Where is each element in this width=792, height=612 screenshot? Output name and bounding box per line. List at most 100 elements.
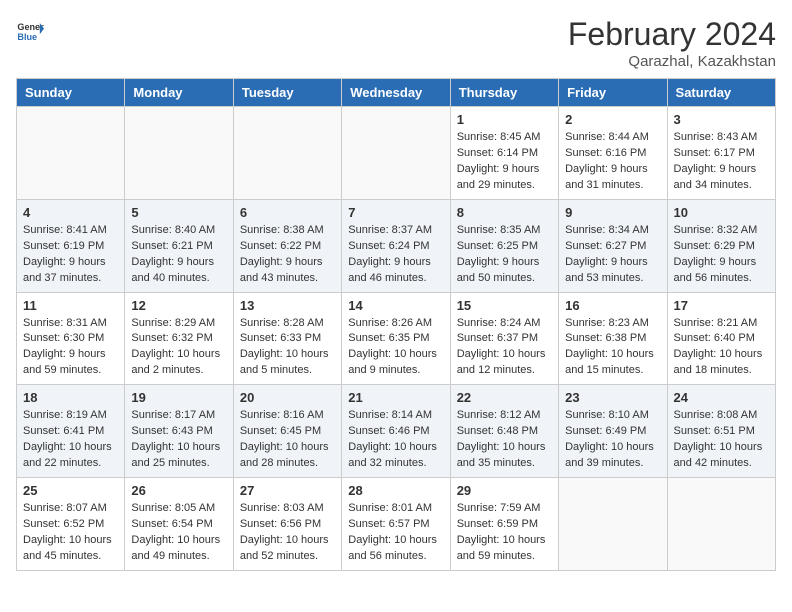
day-info: Sunrise: 8:38 AM Sunset: 6:22 PM Dayligh… (240, 223, 335, 287)
day-info: Sunrise: 8:16 AM Sunset: 6:45 PM Dayligh… (240, 408, 335, 472)
svg-text:Blue: Blue (17, 32, 37, 42)
day-info: Sunrise: 8:37 AM Sunset: 6:24 PM Dayligh… (348, 223, 443, 287)
calendar-day-cell: 4 Sunrise: 8:41 AM Sunset: 6:19 PM Daylig… (17, 199, 125, 292)
calendar-table: SundayMondayTuesdayWednesdayThursdayFrid… (16, 78, 776, 571)
day-number: 12 (131, 298, 226, 313)
calendar-day-cell (17, 107, 125, 200)
calendar-day-cell: 15Sunrise: 8:24 AM Sunset: 6:37 PM Dayli… (450, 292, 558, 385)
day-info: Sunrise: 8:43 AM Sunset: 6:17 PM Dayligh… (674, 130, 769, 194)
day-info: Sunrise: 8:21 AM Sunset: 6:40 PM Dayligh… (674, 316, 769, 380)
day-number: 13 (240, 298, 335, 313)
logo-icon: General Blue (16, 16, 44, 44)
calendar-day-cell: 21 Sunrise: 8:14 AM Sunset: 6:46 PM Dayli… (342, 385, 450, 478)
day-info: Sunrise: 8:23 AM Sunset: 6:38 PM Dayligh… (565, 316, 660, 380)
calendar-day-cell (667, 478, 775, 571)
day-info: Sunrise: 7:59 AM Sunset: 6:59 PM Dayligh… (457, 501, 552, 565)
calendar-day-cell: 20 Sunrise: 8:16 AM Sunset: 6:45 PM Dayli… (233, 385, 341, 478)
calendar-day-cell (342, 107, 450, 200)
weekday-header-monday: Monday (125, 79, 233, 107)
day-number: 2 (565, 112, 660, 127)
title-block: February 2024 Qarazhal, Kazakhstan (568, 16, 776, 70)
day-number: 28 (348, 483, 443, 498)
calendar-week-row: 25Sunrise: 8:07 AM Sunset: 6:52 PM Dayli… (17, 478, 776, 571)
weekday-header-sunday: Sunday (17, 79, 125, 107)
day-info: Sunrise: 8:45 AM Sunset: 6:14 PM Dayligh… (457, 130, 552, 194)
day-number: 1 (457, 112, 552, 127)
day-info: Sunrise: 8:19 AM Sunset: 6:41 PM Dayligh… (23, 408, 118, 472)
day-number: 14 (348, 298, 443, 313)
day-number: 17 (674, 298, 769, 313)
calendar-day-cell: 17 Sunrise: 8:21 AM Sunset: 6:40 PM Dayli… (667, 292, 775, 385)
calendar-day-cell: 24 Sunrise: 8:08 AM Sunset: 6:51 PM Dayli… (667, 385, 775, 478)
day-info: Sunrise: 8:03 AM Sunset: 6:56 PM Dayligh… (240, 501, 335, 565)
calendar-day-cell: 22 Sunrise: 8:12 AM Sunset: 6:48 PM Dayli… (450, 385, 558, 478)
day-info: Sunrise: 8:26 AM Sunset: 6:35 PM Dayligh… (348, 316, 443, 380)
calendar-day-cell: 14 Sunrise: 8:26 AM Sunset: 6:35 PM Dayli… (342, 292, 450, 385)
calendar-day-cell: 7 Sunrise: 8:37 AM Sunset: 6:24 PM Daylig… (342, 199, 450, 292)
day-number: 26 (131, 483, 226, 498)
day-info: Sunrise: 8:44 AM Sunset: 6:16 PM Dayligh… (565, 130, 660, 194)
calendar-day-cell: 29 Sunrise: 7:59 AM Sunset: 6:59 PM Dayli… (450, 478, 558, 571)
day-info: Sunrise: 8:35 AM Sunset: 6:25 PM Dayligh… (457, 223, 552, 287)
calendar-week-row: 4 Sunrise: 8:41 AM Sunset: 6:19 PM Daylig… (17, 199, 776, 292)
day-info: Sunrise: 8:07 AM Sunset: 6:52 PM Dayligh… (23, 501, 118, 565)
day-info: Sunrise: 8:41 AM Sunset: 6:19 PM Dayligh… (23, 223, 118, 287)
day-number: 6 (240, 205, 335, 220)
day-number: 18 (23, 390, 118, 405)
day-info: Sunrise: 8:01 AM Sunset: 6:57 PM Dayligh… (348, 501, 443, 565)
day-info: Sunrise: 8:08 AM Sunset: 6:51 PM Dayligh… (674, 408, 769, 472)
calendar-day-cell (125, 107, 233, 200)
day-info: Sunrise: 8:05 AM Sunset: 6:54 PM Dayligh… (131, 501, 226, 565)
day-info: Sunrise: 8:17 AM Sunset: 6:43 PM Dayligh… (131, 408, 226, 472)
day-number: 22 (457, 390, 552, 405)
calendar-day-cell: 6 Sunrise: 8:38 AM Sunset: 6:22 PM Daylig… (233, 199, 341, 292)
weekday-header-wednesday: Wednesday (342, 79, 450, 107)
weekday-header-row: SundayMondayTuesdayWednesdayThursdayFrid… (17, 79, 776, 107)
calendar-day-cell: 1 Sunrise: 8:45 AM Sunset: 6:14 PM Daylig… (450, 107, 558, 200)
day-number: 7 (348, 205, 443, 220)
calendar-day-cell: 3Sunrise: 8:43 AM Sunset: 6:17 PM Daylig… (667, 107, 775, 200)
day-info: Sunrise: 8:10 AM Sunset: 6:49 PM Dayligh… (565, 408, 660, 472)
logo: General Blue (16, 16, 44, 44)
day-info: Sunrise: 8:24 AM Sunset: 6:37 PM Dayligh… (457, 316, 552, 380)
day-info: Sunrise: 8:12 AM Sunset: 6:48 PM Dayligh… (457, 408, 552, 472)
calendar-day-cell: 11Sunrise: 8:31 AM Sunset: 6:30 PM Dayli… (17, 292, 125, 385)
day-info: Sunrise: 8:14 AM Sunset: 6:46 PM Dayligh… (348, 408, 443, 472)
day-number: 4 (23, 205, 118, 220)
calendar-day-cell: 19 Sunrise: 8:17 AM Sunset: 6:43 PM Dayli… (125, 385, 233, 478)
day-number: 20 (240, 390, 335, 405)
calendar-week-row: 18 Sunrise: 8:19 AM Sunset: 6:41 PM Dayli… (17, 385, 776, 478)
page-header: General Blue February 2024 Qarazhal, Kaz… (16, 16, 776, 70)
location-subtitle: Qarazhal, Kazakhstan (568, 53, 776, 70)
day-number: 29 (457, 483, 552, 498)
day-info: Sunrise: 8:40 AM Sunset: 6:21 PM Dayligh… (131, 223, 226, 287)
calendar-day-cell: 27 Sunrise: 8:03 AM Sunset: 6:56 PM Dayli… (233, 478, 341, 571)
day-info: Sunrise: 8:28 AM Sunset: 6:33 PM Dayligh… (240, 316, 335, 380)
day-number: 27 (240, 483, 335, 498)
month-year-title: February 2024 (568, 16, 776, 53)
calendar-day-cell: 23 Sunrise: 8:10 AM Sunset: 6:49 PM Dayli… (559, 385, 667, 478)
weekday-header-saturday: Saturday (667, 79, 775, 107)
calendar-day-cell: 18 Sunrise: 8:19 AM Sunset: 6:41 PM Dayli… (17, 385, 125, 478)
day-number: 23 (565, 390, 660, 405)
day-number: 10 (674, 205, 769, 220)
calendar-day-cell: 26 Sunrise: 8:05 AM Sunset: 6:54 PM Dayli… (125, 478, 233, 571)
day-info: Sunrise: 8:34 AM Sunset: 6:27 PM Dayligh… (565, 223, 660, 287)
day-number: 19 (131, 390, 226, 405)
calendar-day-cell: 9 Sunrise: 8:34 AM Sunset: 6:27 PM Daylig… (559, 199, 667, 292)
calendar-week-row: 11Sunrise: 8:31 AM Sunset: 6:30 PM Dayli… (17, 292, 776, 385)
weekday-header-thursday: Thursday (450, 79, 558, 107)
calendar-day-cell: 10Sunrise: 8:32 AM Sunset: 6:29 PM Dayli… (667, 199, 775, 292)
day-number: 24 (674, 390, 769, 405)
day-info: Sunrise: 8:31 AM Sunset: 6:30 PM Dayligh… (23, 316, 118, 380)
calendar-day-cell: 2 Sunrise: 8:44 AM Sunset: 6:16 PM Daylig… (559, 107, 667, 200)
calendar-day-cell: 8Sunrise: 8:35 AM Sunset: 6:25 PM Daylig… (450, 199, 558, 292)
calendar-day-cell: 28 Sunrise: 8:01 AM Sunset: 6:57 PM Dayli… (342, 478, 450, 571)
day-number: 9 (565, 205, 660, 220)
weekday-header-tuesday: Tuesday (233, 79, 341, 107)
day-number: 21 (348, 390, 443, 405)
calendar-day-cell (233, 107, 341, 200)
calendar-day-cell: 12 Sunrise: 8:29 AM Sunset: 6:32 PM Dayli… (125, 292, 233, 385)
day-number: 5 (131, 205, 226, 220)
day-info: Sunrise: 8:29 AM Sunset: 6:32 PM Dayligh… (131, 316, 226, 380)
